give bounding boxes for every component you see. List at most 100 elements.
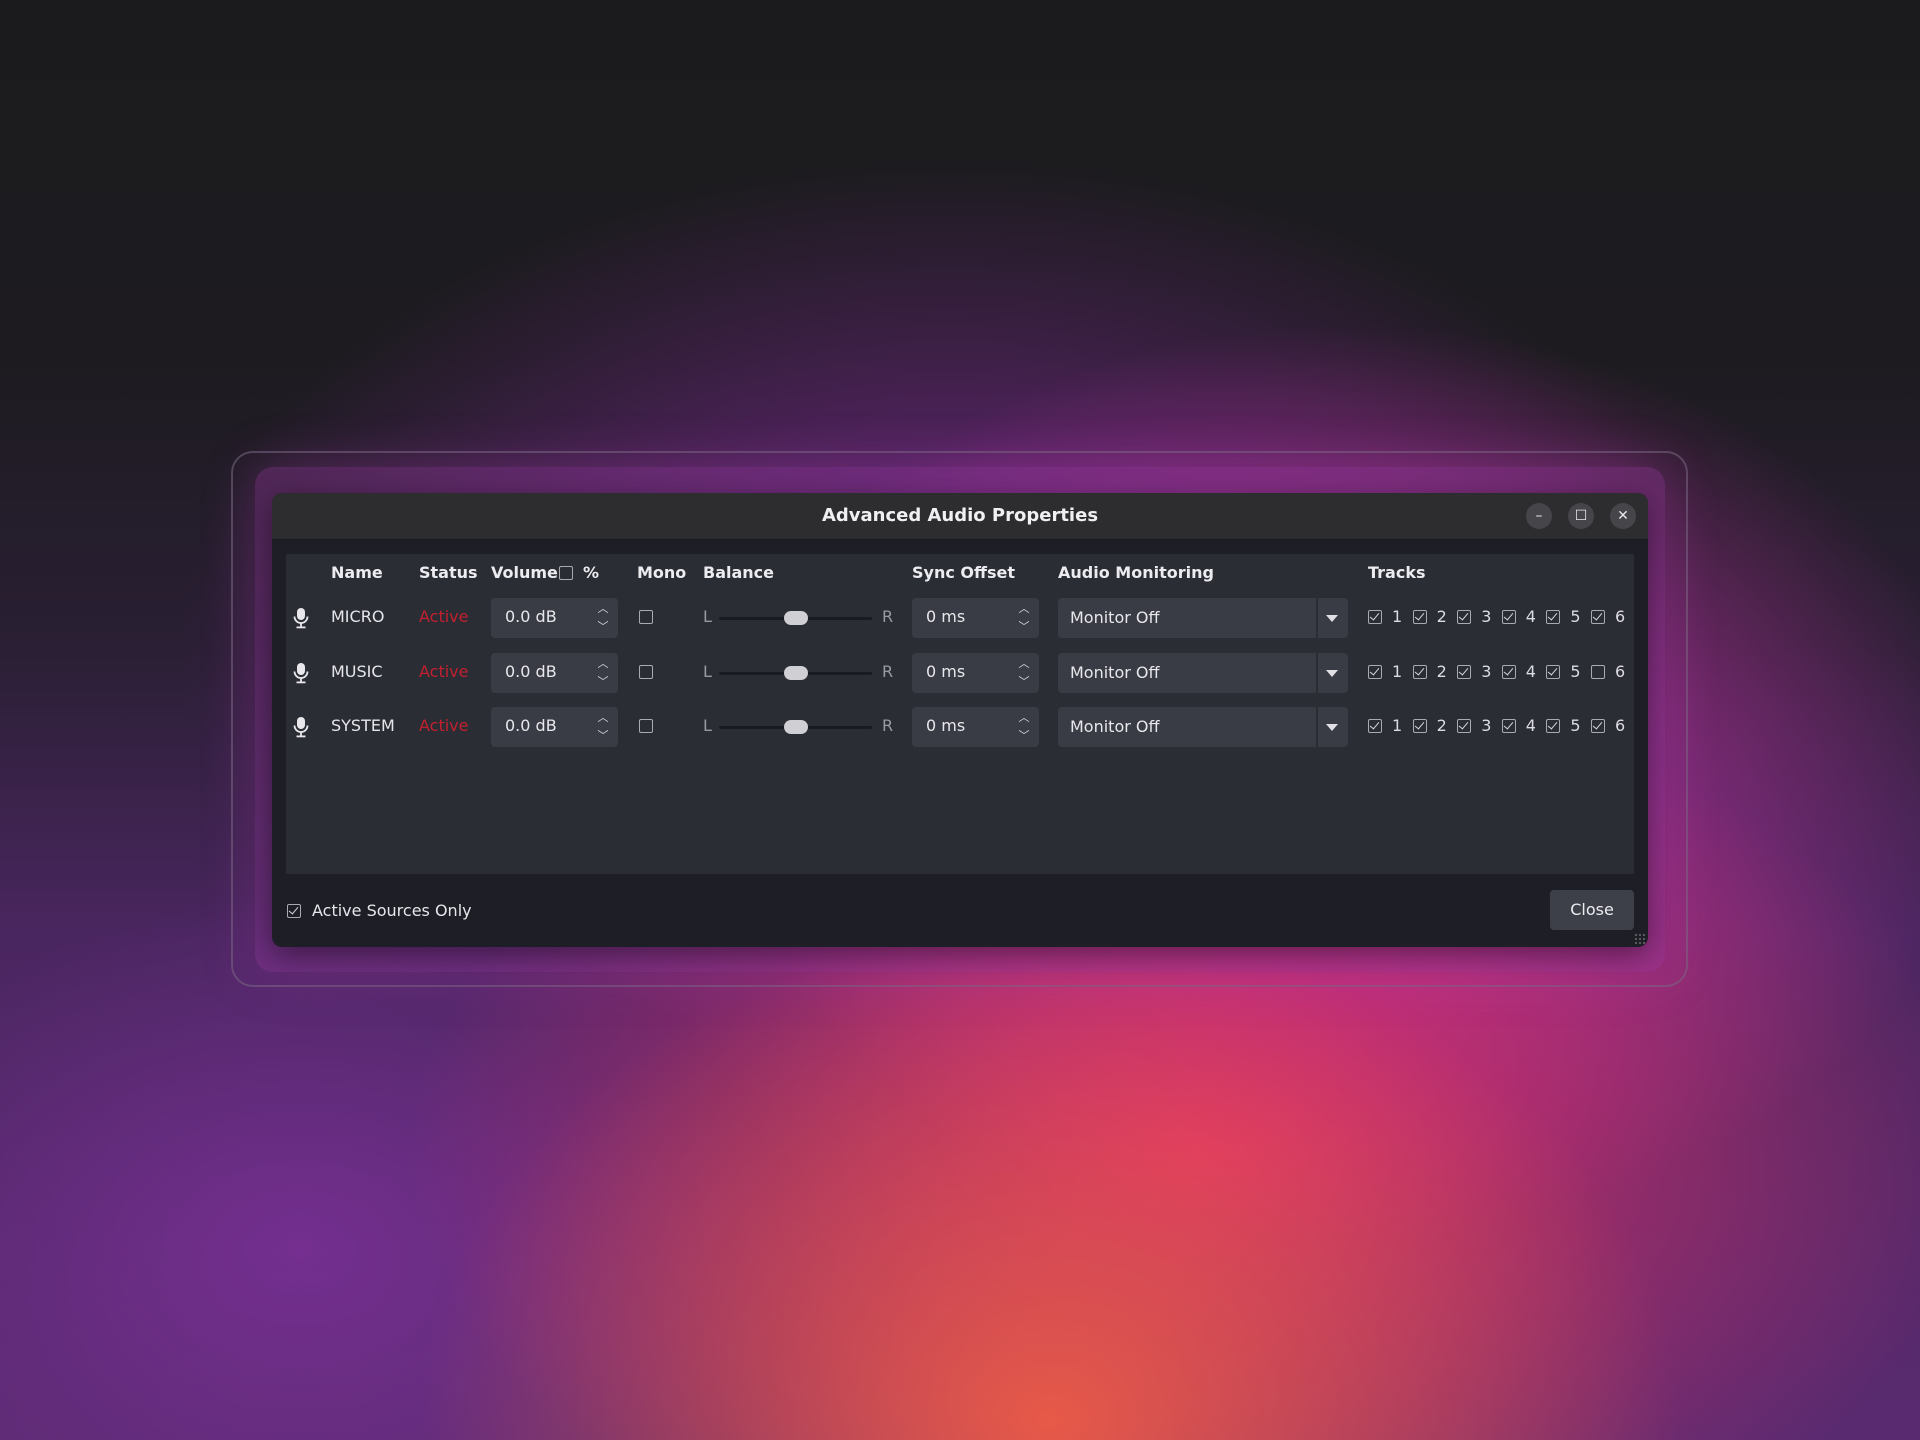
track-label: 5 xyxy=(1570,607,1581,626)
volume-percent-checkbox[interactable] xyxy=(559,566,573,580)
audio-monitoring-value[interactable]: Monitor Off xyxy=(1070,598,1160,638)
chevron-up-icon[interactable]: ︿ xyxy=(1013,600,1035,618)
volume-value[interactable]: 0.0 dB xyxy=(505,707,557,745)
caret-down-icon[interactable] xyxy=(1326,670,1338,677)
chevron-down-icon[interactable]: ﹀ xyxy=(592,673,614,691)
balance-slider-handle[interactable] xyxy=(783,611,808,625)
chevron-up-icon[interactable]: ︿ xyxy=(1013,655,1035,673)
source-status: Active xyxy=(419,607,469,626)
minimize-button[interactable]: – xyxy=(1526,503,1552,529)
dropdown-separator xyxy=(1316,653,1318,693)
chevron-down-icon[interactable]: ﹀ xyxy=(1013,673,1035,691)
track-label: 5 xyxy=(1570,662,1581,681)
track-checkbox[interactable] xyxy=(1546,665,1561,679)
volume-value[interactable]: 0.0 dB xyxy=(505,598,557,636)
track-checkbox[interactable] xyxy=(1591,665,1605,679)
track-checkbox[interactable] xyxy=(1501,665,1516,679)
track-checkbox[interactable] xyxy=(1368,665,1382,679)
microphone-icon xyxy=(292,716,310,738)
microphone-icon xyxy=(292,662,310,684)
volume-stepper[interactable]: ︿ ﹀ xyxy=(592,600,614,636)
track-label: 2 xyxy=(1436,662,1447,681)
track-label: 4 xyxy=(1525,607,1536,626)
balance-slider-handle[interactable] xyxy=(783,720,808,734)
source-status: Active xyxy=(419,662,469,681)
column-header-balance: Balance xyxy=(703,563,774,582)
track-checkbox[interactable] xyxy=(1546,719,1561,733)
mono-checkbox[interactable] xyxy=(639,665,653,679)
maximize-button[interactable]: ☐ xyxy=(1568,503,1594,529)
track-checkbox[interactable] xyxy=(1412,665,1427,679)
track-label: 1 xyxy=(1392,716,1403,735)
sync-offset-spinbox[interactable]: 0 ms ︿ ﹀ xyxy=(912,653,1039,693)
track-label: 4 xyxy=(1525,716,1536,735)
chevron-down-icon[interactable]: ﹀ xyxy=(1013,727,1035,745)
title-bar[interactable]: Advanced Audio Properties – ☐ ✕ xyxy=(272,493,1648,540)
audio-monitoring-value[interactable]: Monitor Off xyxy=(1070,653,1160,693)
track-checkbox[interactable] xyxy=(1368,719,1382,733)
sync-offset-spinbox[interactable]: 0 ms ︿ ﹀ xyxy=(912,707,1039,747)
track-checkbox[interactable] xyxy=(1591,610,1605,624)
audio-monitoring-dropdown[interactable]: Monitor Off xyxy=(1058,598,1348,638)
sync-offset-spinbox[interactable]: 0 ms ︿ ﹀ xyxy=(912,598,1039,638)
balance-slider-handle[interactable] xyxy=(783,666,808,680)
track-checkbox[interactable] xyxy=(1368,610,1382,624)
sync-offset-stepper[interactable]: ︿ ﹀ xyxy=(1013,600,1035,636)
volume-spinbox[interactable]: 0.0 dB ︿ ﹀ xyxy=(491,707,618,747)
chevron-down-icon[interactable]: ﹀ xyxy=(592,618,614,636)
track-checkbox[interactable] xyxy=(1412,610,1427,624)
volume-stepper[interactable]: ︿ ﹀ xyxy=(592,709,614,745)
sync-offset-value[interactable]: 0 ms xyxy=(926,707,965,745)
chevron-down-icon[interactable]: ﹀ xyxy=(1013,618,1035,636)
track-checkbox[interactable] xyxy=(1546,610,1561,624)
close-window-button[interactable]: ✕ xyxy=(1610,503,1636,529)
volume-stepper[interactable]: ︿ ﹀ xyxy=(592,655,614,691)
track-label: 6 xyxy=(1615,607,1626,626)
volume-spinbox[interactable]: 0.0 dB ︿ ﹀ xyxy=(491,598,618,638)
sync-offset-value[interactable]: 0 ms xyxy=(926,598,965,636)
track-checkbox[interactable] xyxy=(1457,610,1472,624)
close-button[interactable]: Close xyxy=(1550,890,1634,930)
caret-down-icon[interactable] xyxy=(1326,615,1338,622)
chevron-down-icon[interactable]: ﹀ xyxy=(592,727,614,745)
sync-offset-value[interactable]: 0 ms xyxy=(926,653,965,691)
microphone-icon xyxy=(292,607,310,629)
dropdown-separator xyxy=(1316,707,1318,747)
track-checkbox[interactable] xyxy=(1501,610,1516,624)
close-icon: ✕ xyxy=(1617,508,1629,524)
volume-spinbox[interactable]: 0.0 dB ︿ ﹀ xyxy=(491,653,618,693)
track-checkbox[interactable] xyxy=(1412,719,1427,733)
mono-checkbox[interactable] xyxy=(639,719,653,733)
chevron-up-icon[interactable]: ︿ xyxy=(592,655,614,673)
track-checkbox[interactable] xyxy=(1457,719,1472,733)
chevron-up-icon[interactable]: ︿ xyxy=(1013,709,1035,727)
audio-source-row: MUSIC Active 0.0 dB ︿ ﹀ L R 0 ms ︿ ﹀ Monitor Off 1 2… xyxy=(286,651,1634,693)
minimize-icon: – xyxy=(1535,508,1543,524)
mono-checkbox[interactable] xyxy=(639,610,653,624)
balance-right-label: R xyxy=(882,662,894,681)
column-header-audio-monitoring: Audio Monitoring xyxy=(1058,563,1214,582)
audio-monitoring-value[interactable]: Monitor Off xyxy=(1070,707,1160,747)
window-title: Advanced Audio Properties xyxy=(821,505,1099,526)
audio-source-row: MICRO Active 0.0 dB ︿ ﹀ L R 0 ms ︿ ﹀ Monitor Off 1 2… xyxy=(286,596,1634,638)
caret-down-icon[interactable] xyxy=(1326,724,1338,731)
track-checkbox[interactable] xyxy=(1591,719,1605,733)
audio-source-row: SYSTEM Active 0.0 dB ︿ ﹀ L R 0 ms ︿ ﹀ Monitor Off 1… xyxy=(286,705,1634,747)
audio-monitoring-dropdown[interactable]: Monitor Off xyxy=(1058,707,1348,747)
audio-monitoring-dropdown[interactable]: Monitor Off xyxy=(1058,653,1348,693)
track-checkbox[interactable] xyxy=(1501,719,1516,733)
balance-left-label: L xyxy=(703,607,712,626)
dropdown-separator xyxy=(1316,598,1318,638)
sync-offset-stepper[interactable]: ︿ ﹀ xyxy=(1013,709,1035,745)
volume-value[interactable]: 0.0 dB xyxy=(505,653,557,691)
sync-offset-stepper[interactable]: ︿ ﹀ xyxy=(1013,655,1035,691)
chevron-up-icon[interactable]: ︿ xyxy=(592,600,614,618)
active-sources-only-label[interactable]: Active Sources Only xyxy=(312,893,472,929)
track-checkbox[interactable] xyxy=(1457,665,1472,679)
volume-percent-label: % xyxy=(583,563,600,582)
column-header-status: Status xyxy=(419,563,478,582)
track-label: 4 xyxy=(1525,662,1536,681)
active-sources-only-checkbox[interactable] xyxy=(287,904,301,918)
chevron-up-icon[interactable]: ︿ xyxy=(592,709,614,727)
resize-grip[interactable] xyxy=(1634,933,1646,945)
